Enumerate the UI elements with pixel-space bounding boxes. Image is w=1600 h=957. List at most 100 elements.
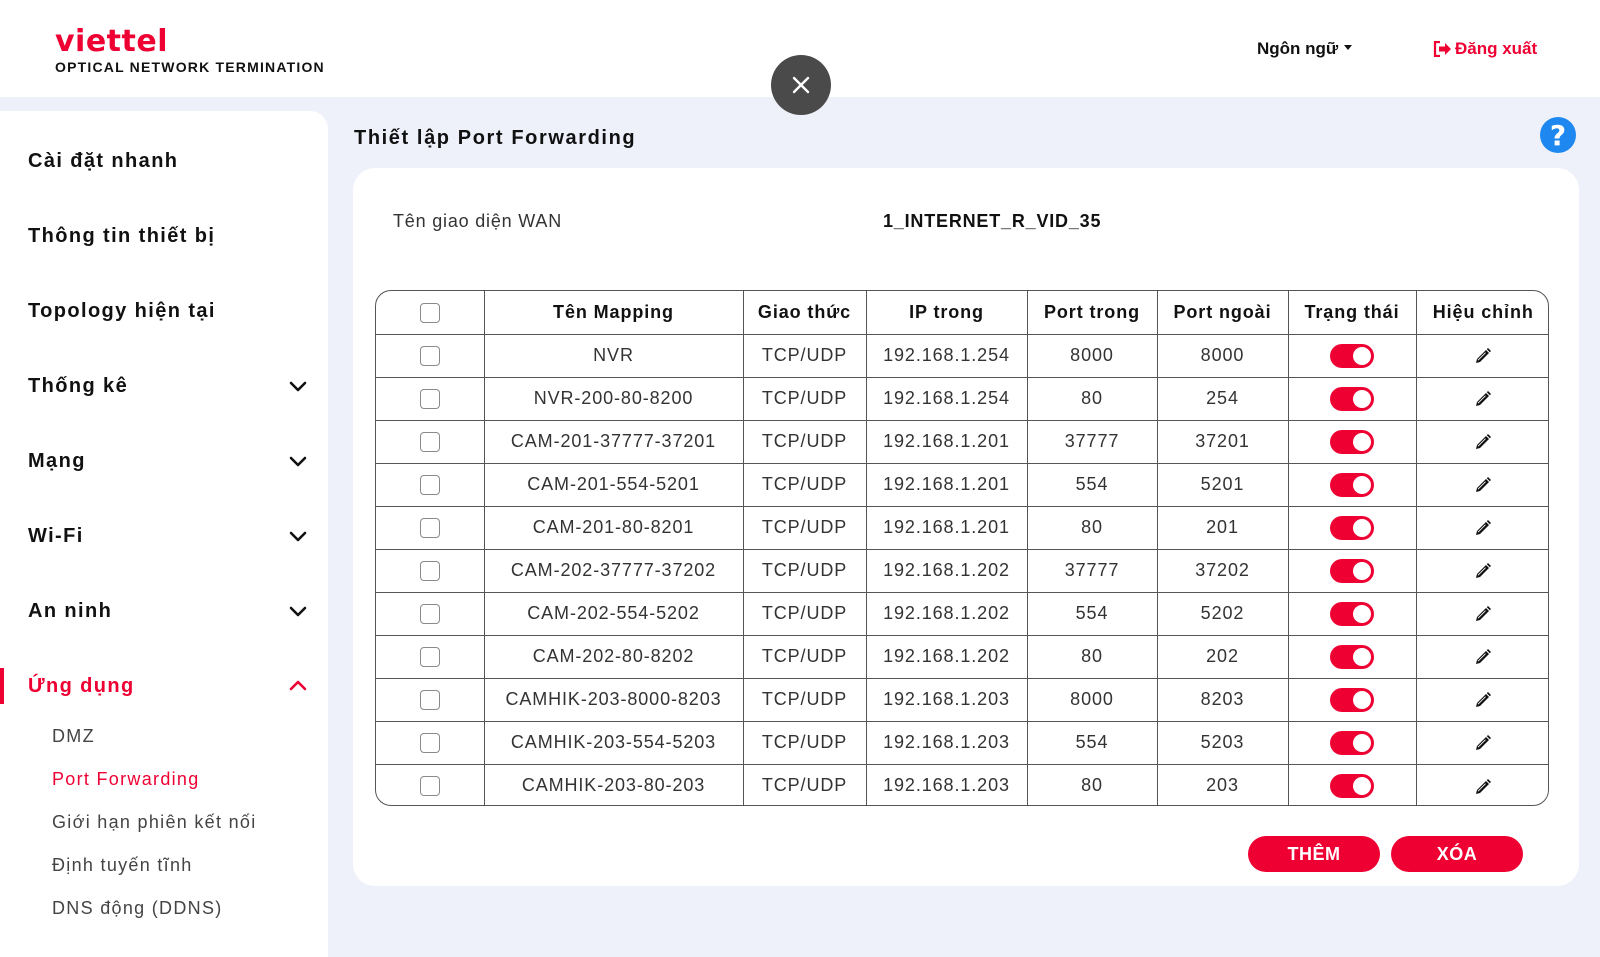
row-checkbox[interactable] <box>419 733 440 754</box>
internal-ip-cell: 192.168.1.254 <box>866 377 1028 421</box>
row-checkbox[interactable] <box>419 604 440 625</box>
row-checkbox[interactable] <box>419 776 440 797</box>
internal-ip-cell: 192.168.1.203 <box>866 721 1028 765</box>
external-port-cell: 5201 <box>1157 463 1289 507</box>
pencil-icon[interactable] <box>1474 433 1492 451</box>
sidebar-item-applications[interactable]: Ứng dụng <box>0 666 328 706</box>
pencil-icon[interactable] <box>1474 734 1492 752</box>
chevron-down-icon <box>289 381 307 392</box>
sidebar-item-label: Wi-Fi <box>28 524 84 547</box>
status-toggle[interactable] <box>1330 472 1374 497</box>
row-checkbox[interactable] <box>419 346 440 367</box>
protocol-cell: TCP/UDP <box>743 635 867 679</box>
internal-port-cell: 8000 <box>1027 334 1158 378</box>
internal-port-cell: 80 <box>1027 377 1158 421</box>
sidebar-subitem-ddns[interactable]: DNS động (DDNS) <box>52 898 223 919</box>
external-port-cell: 8203 <box>1157 678 1289 722</box>
edit-cell <box>1416 506 1548 550</box>
status-toggle[interactable] <box>1330 558 1374 583</box>
status-toggle[interactable] <box>1330 386 1374 411</box>
wan-interface-value: 1_INTERNET_R_VID_35 <box>883 211 1102 231</box>
logout-button[interactable]: Đăng xuất <box>1433 39 1537 59</box>
status-toggle[interactable] <box>1330 343 1374 368</box>
internal-ip-cell: 192.168.1.201 <box>866 463 1028 507</box>
sidebar-subitem-dmz[interactable]: DMZ <box>52 726 95 747</box>
row-checkbox[interactable] <box>419 432 440 453</box>
table-header-row: Tên Mapping Giao thức IP trong Port tron… <box>376 291 1548 335</box>
status-toggle[interactable] <box>1330 644 1374 669</box>
status-toggle[interactable] <box>1330 515 1374 540</box>
row-checkbox[interactable] <box>419 690 440 711</box>
sidebar-item-topology[interactable]: Topology hiện tại <box>0 291 328 331</box>
sidebar-subitem-session-limit[interactable]: Giới hạn phiên kết nối <box>52 812 257 833</box>
table-row: CAMHIK-203-80-203 TCP/UDP 192.168.1.203 80 2… <box>376 764 1548 805</box>
status-cell <box>1288 506 1417 550</box>
external-port-cell: 254 <box>1157 377 1289 421</box>
edit-cell <box>1416 549 1548 593</box>
edit-cell <box>1416 721 1548 765</box>
row-checkbox[interactable] <box>419 475 440 496</box>
external-port-cell: 201 <box>1157 506 1289 550</box>
status-toggle[interactable] <box>1330 730 1374 755</box>
pencil-icon[interactable] <box>1474 562 1492 580</box>
add-button[interactable]: THÊM <box>1248 836 1380 872</box>
language-dropdown[interactable]: Ngôn ngữ <box>1257 39 1353 59</box>
sidebar-item-security[interactable]: An ninh <box>0 591 328 631</box>
external-port-cell: 8000 <box>1157 334 1289 378</box>
pencil-icon[interactable] <box>1474 390 1492 408</box>
pencil-icon[interactable] <box>1474 476 1492 494</box>
internal-port-cell: 554 <box>1027 721 1158 765</box>
wan-interface-label: Tên giao diện WAN <box>393 211 563 231</box>
status-cell <box>1288 635 1417 679</box>
status-toggle[interactable] <box>1330 773 1374 798</box>
pencil-icon[interactable] <box>1474 605 1492 623</box>
mapping-name-cell: CAM-201-80-8201 <box>484 506 744 550</box>
status-toggle[interactable] <box>1330 601 1374 626</box>
mapping-name-cell: CAM-201-37777-37201 <box>484 420 744 464</box>
select-all-cell <box>376 291 485 335</box>
status-cell <box>1288 678 1417 722</box>
mapping-name-cell: CAM-201-554-5201 <box>484 463 744 507</box>
help-icon[interactable]: ? <box>1540 117 1576 153</box>
select-all-checkbox[interactable] <box>419 302 440 323</box>
pencil-icon[interactable] <box>1474 347 1492 365</box>
row-select-cell <box>376 635 485 679</box>
column-header: Giao thức <box>743 291 867 335</box>
internal-port-cell: 554 <box>1027 592 1158 636</box>
status-toggle[interactable] <box>1330 687 1374 712</box>
row-select-cell <box>376 377 485 421</box>
mapping-name-cell: CAMHIK-203-8000-8203 <box>484 678 744 722</box>
row-select-cell <box>376 506 485 550</box>
sidebar-item-quick-setup[interactable]: Cài đặt nhanh <box>0 141 328 181</box>
row-checkbox[interactable] <box>419 647 440 668</box>
external-port-cell: 5203 <box>1157 721 1289 765</box>
sidebar-item-statistics[interactable]: Thống kê <box>0 366 328 406</box>
row-checkbox[interactable] <box>419 561 440 582</box>
sidebar-item-device-info[interactable]: Thông tin thiết bị <box>0 216 328 256</box>
port-mapping-table: Tên Mapping Giao thức IP trong Port tron… <box>375 290 1549 806</box>
mapping-name-cell: CAM-202-37777-37202 <box>484 549 744 593</box>
sidebar-subitem-port-forwarding[interactable]: Port Forwarding <box>52 769 200 790</box>
sidebar-subitem-static-routing[interactable]: Định tuyến tĩnh <box>52 855 193 876</box>
sidebar-item-network[interactable]: Mạng <box>0 441 328 481</box>
internal-ip-cell: 192.168.1.201 <box>866 506 1028 550</box>
status-cell <box>1288 420 1417 464</box>
internal-ip-cell: 192.168.1.254 <box>866 334 1028 378</box>
column-header: Tên Mapping <box>484 291 744 335</box>
delete-button[interactable]: XÓA <box>1391 836 1523 872</box>
row-checkbox[interactable] <box>419 389 440 410</box>
protocol-cell: TCP/UDP <box>743 549 867 593</box>
status-toggle[interactable] <box>1330 429 1374 454</box>
pencil-icon[interactable] <box>1474 519 1492 537</box>
table-row: CAM-202-554-5202 TCP/UDP 192.168.1.202 554 5… <box>376 592 1548 636</box>
pencil-icon[interactable] <box>1474 648 1492 666</box>
pencil-icon[interactable] <box>1474 778 1492 796</box>
protocol-cell: TCP/UDP <box>743 463 867 507</box>
pencil-icon[interactable] <box>1474 691 1492 709</box>
close-button[interactable] <box>771 55 831 115</box>
internal-ip-cell: 192.168.1.202 <box>866 635 1028 679</box>
logo-brand-text: viettel <box>55 24 168 59</box>
internal-port-cell: 8000 <box>1027 678 1158 722</box>
sidebar-item-wifi[interactable]: Wi-Fi <box>0 516 328 556</box>
row-checkbox[interactable] <box>419 518 440 539</box>
